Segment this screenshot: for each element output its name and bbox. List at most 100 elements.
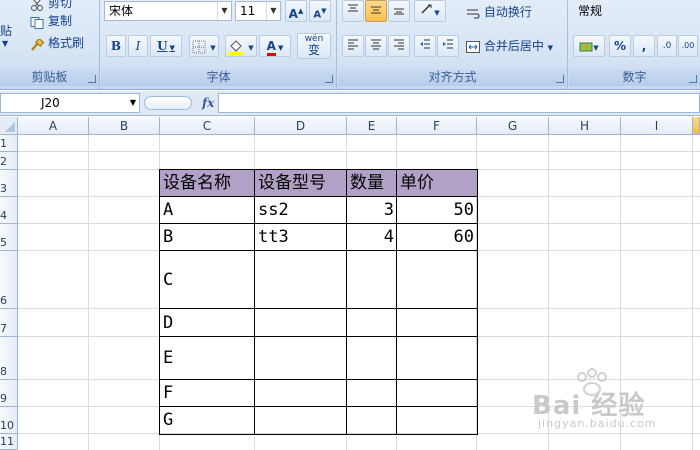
table-border bbox=[346, 169, 347, 435]
font-size-value: 11 bbox=[240, 4, 256, 18]
column-header-e[interactable]: E bbox=[347, 117, 397, 135]
cut-button[interactable]: 剪切 bbox=[30, 0, 72, 12]
column-header-d[interactable]: D bbox=[255, 117, 347, 135]
fill-color-button[interactable]: ▼ bbox=[225, 35, 257, 57]
shrink-font-button[interactable]: A▼ bbox=[309, 0, 331, 22]
paintbrush-icon bbox=[30, 37, 45, 51]
align-bottom-button[interactable] bbox=[388, 0, 410, 22]
table-border bbox=[159, 223, 478, 224]
decrease-indent-button[interactable] bbox=[414, 35, 436, 57]
align-middle-button[interactable] bbox=[365, 0, 387, 22]
column-header-f[interactable]: F bbox=[397, 117, 477, 135]
font-color-button[interactable]: A ▼ bbox=[259, 35, 291, 57]
percent-button[interactable]: % bbox=[609, 35, 631, 57]
dialog-launcher-icon[interactable] bbox=[88, 75, 96, 83]
paste-button[interactable]: 粘贴 ▼ bbox=[0, 22, 12, 48]
table-border bbox=[159, 379, 478, 380]
name-box-value: J20 bbox=[41, 96, 60, 110]
number-format-value: 常规 bbox=[578, 4, 603, 18]
increase-indent-button[interactable] bbox=[437, 35, 459, 57]
phonetic-guide-button[interactable]: wén 变 bbox=[297, 33, 331, 59]
row-header[interactable]: 10 bbox=[0, 407, 18, 434]
font-size-combo[interactable]: 11 ▼ bbox=[235, 1, 281, 21]
name-box[interactable]: J20 ▼ bbox=[0, 93, 140, 113]
table-border bbox=[159, 406, 478, 407]
wrap-text-icon bbox=[466, 5, 480, 19]
column-header-g[interactable]: G bbox=[477, 117, 549, 135]
align-bottom-icon bbox=[393, 4, 405, 18]
text-orientation-icon bbox=[420, 4, 434, 18]
dialog-launcher-icon[interactable] bbox=[689, 75, 697, 83]
row-header[interactable]: 6 bbox=[0, 251, 18, 309]
column-header-b[interactable]: B bbox=[89, 117, 160, 135]
align-right-button[interactable] bbox=[388, 35, 410, 57]
row-header[interactable]: 8 bbox=[0, 337, 18, 380]
chevron-down-icon[interactable]: ▼ bbox=[217, 2, 231, 20]
increase-decimal-label: .0 bbox=[662, 41, 672, 51]
dialog-launcher-icon[interactable] bbox=[325, 75, 333, 83]
number-group-label: 数字 bbox=[569, 69, 700, 86]
align-top-icon bbox=[347, 4, 359, 18]
watermark-url: jingyan.baidu.com bbox=[538, 417, 657, 430]
select-all-button[interactable] bbox=[0, 117, 18, 135]
align-right-icon bbox=[393, 39, 405, 53]
align-middle-icon bbox=[370, 4, 382, 18]
bold-button[interactable]: B bbox=[106, 35, 126, 57]
row-header[interactable]: 9 bbox=[0, 380, 18, 407]
table-border bbox=[396, 169, 397, 435]
align-center-button[interactable] bbox=[365, 35, 387, 57]
row-number: 1 bbox=[0, 137, 7, 150]
row-header[interactable]: 5 bbox=[0, 224, 18, 251]
chevron-down-icon[interactable]: ▼ bbox=[130, 94, 136, 112]
row-number: 11 bbox=[0, 435, 14, 448]
insert-function-button[interactable]: fx bbox=[202, 93, 214, 113]
indent-icon bbox=[442, 39, 454, 53]
row-header[interactable]: 7 bbox=[0, 309, 18, 337]
grow-font-button[interactable]: A▲ bbox=[285, 0, 307, 22]
column-header-a[interactable]: A bbox=[18, 117, 89, 135]
row-header[interactable]: 2 bbox=[0, 152, 18, 170]
row-header[interactable]: 4 bbox=[0, 197, 18, 224]
comma-label: , bbox=[641, 39, 647, 53]
paint-bucket-icon bbox=[228, 39, 248, 55]
row-header[interactable]: 1 bbox=[0, 135, 18, 152]
scissors-icon bbox=[30, 0, 44, 11]
grow-font-label: A bbox=[288, 7, 298, 21]
formula-input[interactable] bbox=[218, 93, 700, 113]
chevron-down-icon[interactable]: ▼ bbox=[266, 2, 280, 20]
wrap-text-button[interactable]: 自动换行 bbox=[466, 2, 532, 22]
number-format-combo[interactable]: 常规 bbox=[573, 1, 697, 21]
increase-decimal-button[interactable]: .0 bbox=[657, 35, 677, 57]
format-painter-button[interactable]: 格式刷 bbox=[30, 34, 84, 52]
column-header-h[interactable]: H bbox=[549, 117, 621, 135]
chevron-down-icon[interactable]: ▼ bbox=[548, 44, 553, 52]
formula-bar: J20 ▼ fx bbox=[0, 91, 700, 116]
orientation-button[interactable]: ▼ bbox=[414, 0, 446, 22]
row-header[interactable]: 3 bbox=[0, 170, 18, 197]
table-border bbox=[159, 336, 478, 337]
align-top-button[interactable] bbox=[342, 0, 364, 22]
font-name-combo[interactable]: 宋体 ▼ bbox=[104, 1, 232, 21]
decrease-decimal-button[interactable]: .00 bbox=[678, 35, 698, 57]
comma-style-button[interactable]: , bbox=[633, 35, 655, 57]
dialog-launcher-icon[interactable] bbox=[556, 75, 564, 83]
table-border bbox=[159, 250, 478, 251]
row-header[interactable]: 11 bbox=[0, 434, 18, 450]
column-header-i[interactable]: I bbox=[621, 117, 693, 135]
borders-button[interactable]: ▼ bbox=[189, 35, 219, 57]
underline-button[interactable]: U ▼ bbox=[150, 35, 182, 57]
italic-button[interactable]: I bbox=[128, 35, 148, 57]
font-color-label: A bbox=[266, 40, 276, 56]
accounting-format-button[interactable]: ▼ bbox=[573, 35, 605, 57]
alignment-group-label: 对齐方式 bbox=[338, 69, 567, 86]
align-center-icon bbox=[370, 39, 382, 53]
copy-button[interactable]: 复制 bbox=[30, 12, 72, 30]
formula-controls: fx bbox=[142, 93, 218, 113]
align-left-button[interactable] bbox=[342, 35, 364, 57]
column-header-c[interactable]: C bbox=[160, 117, 255, 135]
merge-center-button[interactable]: 合并后居中 ▼ bbox=[466, 36, 553, 56]
column-header-j[interactable] bbox=[693, 117, 700, 135]
formula-bar-handle[interactable] bbox=[144, 96, 192, 110]
number-group: 常规 ▼ % , .0 .00 数字 bbox=[569, 0, 700, 89]
paw-icon bbox=[577, 368, 607, 396]
